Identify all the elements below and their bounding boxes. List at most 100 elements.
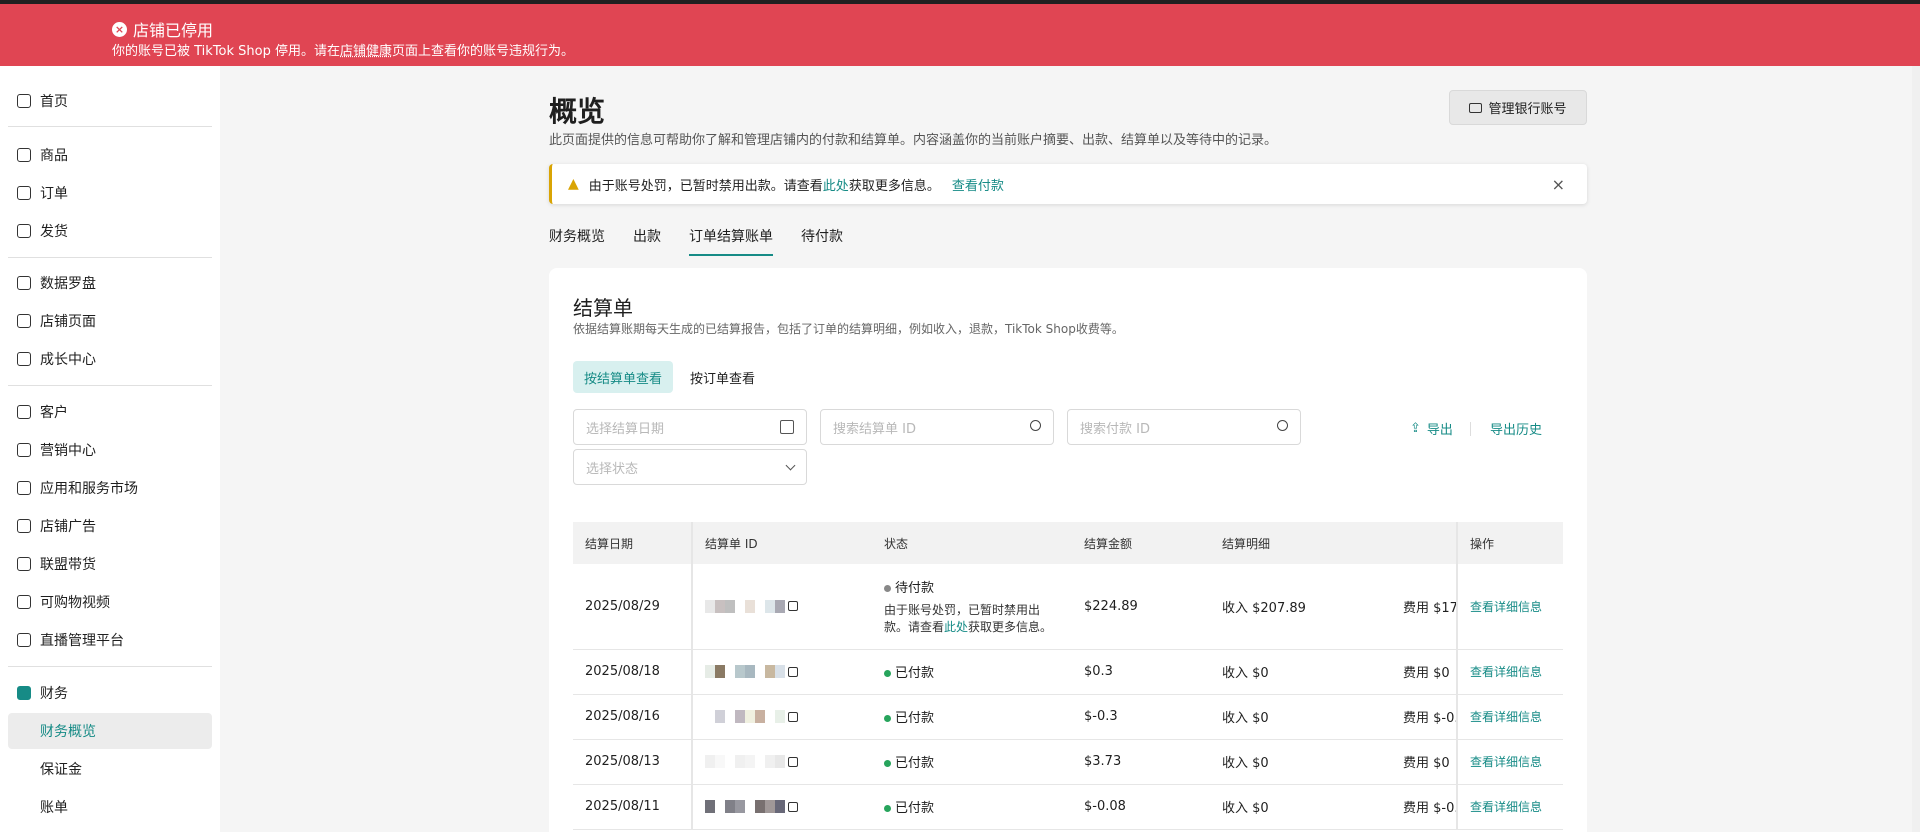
status-dot [884, 584, 891, 592]
sidebar-item-home[interactable]: 首页 [8, 83, 212, 119]
export-label: 导出 [1426, 423, 1453, 438]
sidebar-item-shoppable-video[interactable]: 可购物视频 [8, 584, 212, 620]
row-income: 收入 $0 [1210, 739, 1403, 785]
close-icon[interactable]: × [1552, 175, 1565, 194]
page-description: 此页面提供的信息可帮助你了解和管理店铺内的付款和结算单。内容涵盖你的当前账户摘要… [549, 133, 1278, 148]
redacted-id [705, 599, 785, 613]
finance-tabs: 财务概览 出款 订单结算账单 待付款 [549, 226, 871, 256]
row-income: 收入 $0 [1210, 784, 1403, 830]
copy-icon[interactable] [788, 601, 798, 612]
row-statement-id [692, 694, 872, 740]
row-statement-id [692, 649, 872, 695]
sidebar-item-label: 商品 [40, 148, 68, 164]
status-select[interactable]: 选择状态 [573, 449, 807, 485]
tab-finance-overview[interactable]: 财务概览 [549, 226, 605, 256]
payment-id-search-input[interactable]: 搜索付款 ID [1067, 409, 1301, 445]
row-fee: 费用 $0 [1403, 649, 1457, 695]
view-by-statement-tab[interactable]: 按结算单查看 [573, 361, 673, 393]
sidebar-item-live-platform[interactable]: 直播管理平台 [8, 622, 212, 658]
view-details-link[interactable]: 查看详细信息 [1456, 564, 1563, 650]
sidebar-item-finance-overview[interactable]: 财务概览 [8, 713, 212, 749]
row-amount: $0.3 [1072, 649, 1210, 695]
page-title: 概览 [549, 95, 606, 128]
sidebar-item-orders[interactable]: 订单 [8, 175, 212, 211]
copy-icon[interactable] [788, 801, 798, 812]
table-row: 2025/08/16 已付款 $-0.3 收入 $0 费用 $-0. 查看详细信… [573, 694, 1563, 740]
note-here-link[interactable]: 此处 [944, 620, 968, 634]
sidebar-item-customers[interactable]: 客户 [8, 394, 212, 430]
sidebar-item-bills[interactable]: 账单 [8, 789, 212, 825]
tab-payouts[interactable]: 出款 [633, 226, 661, 256]
search-icon [1030, 420, 1041, 431]
row-amount: $3.73 [1072, 739, 1210, 785]
table-row: 2025/08/29 待付款 由于账号处罚，已暂时禁用出款。请查看此处获取更多信… [573, 564, 1563, 650]
date-picker-field[interactable]: 选择结算日期 [573, 409, 807, 445]
row-statement-id [692, 564, 872, 650]
view-by-order-tab[interactable]: 按订单查看 [690, 361, 755, 393]
sidebar-divider [8, 666, 212, 667]
sidebar-divider [8, 257, 212, 258]
error-circle-icon: × [112, 21, 127, 37]
row-income: 收入 $0 [1210, 649, 1403, 695]
row-date: 2025/08/18 [573, 649, 693, 695]
export-history-button[interactable]: 导出历史 [1490, 419, 1542, 438]
sidebar-item-data-compass[interactable]: 数据罗盘 [8, 265, 212, 301]
sidebar-item-growth-center[interactable]: 成长中心 [8, 341, 212, 377]
row-status: 已付款 [872, 784, 1072, 830]
status-dot [884, 805, 891, 812]
compass-icon [17, 276, 31, 290]
sidebar-item-label: 财务概览 [40, 724, 96, 740]
status-label: 已付款 [895, 801, 935, 816]
upload-icon: ⇪ [1410, 421, 1421, 436]
redacted-id [705, 755, 785, 768]
tab-order-statements[interactable]: 订单结算账单 [689, 226, 773, 256]
table-row: 2025/08/18 已付款 $0.3 收入 $0 费用 $0 查看详细信息 [573, 649, 1563, 695]
sidebar-item-shop-ads[interactable]: 店铺广告 [8, 508, 212, 544]
date-placeholder: 选择结算日期 [586, 421, 665, 437]
sidebar-item-marketing[interactable]: 营销中心 [8, 432, 212, 468]
tab-pending[interactable]: 待付款 [801, 226, 843, 256]
live-icon [17, 633, 31, 647]
status-placeholder: 选择状态 [586, 461, 639, 477]
copy-icon[interactable] [788, 711, 798, 722]
sidebar-item-label: 可购物视频 [40, 595, 110, 611]
sidebar-item-shop-page[interactable]: 店铺页面 [8, 303, 212, 339]
banner-title-row: × 店铺已停用 [112, 17, 213, 41]
view-details-link[interactable]: 查看详细信息 [1456, 739, 1563, 785]
redacted-id [705, 710, 785, 723]
view-details-link[interactable]: 查看详细信息 [1456, 694, 1563, 740]
sidebar-item-label: 财务 [40, 686, 68, 702]
wallet-icon [17, 686, 31, 700]
row-date: 2025/08/16 [573, 694, 693, 740]
sidebar-divider [8, 385, 212, 386]
copy-icon[interactable] [788, 666, 798, 677]
status-label: 已付款 [895, 666, 935, 681]
view-payments-link[interactable]: 查看付款 [952, 175, 1004, 194]
warning-icon: ▲ [568, 176, 579, 192]
sidebar-item-shipping[interactable]: 发货 [8, 213, 212, 249]
alert-here-link[interactable]: 此处 [823, 175, 849, 194]
banner-desc-suffix: 页面上查看你的账号违规行为。 [392, 44, 575, 59]
statement-id-search-input[interactable]: 搜索结算单 ID [820, 409, 1054, 445]
view-details-link[interactable]: 查看详细信息 [1456, 784, 1563, 830]
sidebar-item-finance[interactable]: 财务 [8, 675, 212, 711]
home-icon [17, 94, 31, 108]
export-button[interactable]: ⇪ 导出 [1410, 419, 1453, 438]
page-scrollbar[interactable] [1912, 66, 1920, 832]
shop-health-link[interactable]: 店铺健康 [340, 44, 392, 59]
sidebar-item-deposit[interactable]: 保证金 [8, 751, 212, 787]
header-amount: 结算金额 [1072, 522, 1210, 564]
export-divider [1470, 422, 1471, 436]
copy-icon[interactable] [788, 756, 798, 767]
users-icon [17, 405, 31, 419]
redacted-id [705, 665, 785, 678]
sidebar-item-affiliate[interactable]: 联盟带货 [8, 546, 212, 582]
manage-bank-account-button[interactable]: 管理银行账号 [1449, 90, 1587, 125]
row-fee: 费用 $17 [1403, 564, 1457, 650]
view-details-link[interactable]: 查看详细信息 [1456, 649, 1563, 695]
status-label: 已付款 [895, 711, 935, 726]
sidebar-item-app-market[interactable]: 应用和服务市场 [8, 470, 212, 506]
sidebar-item-products[interactable]: 商品 [8, 137, 212, 173]
table-header-row: 结算日期 结算单 ID 状态 结算金额 结算明细 操作 [573, 522, 1563, 564]
row-fee: 费用 $0 [1403, 739, 1457, 785]
